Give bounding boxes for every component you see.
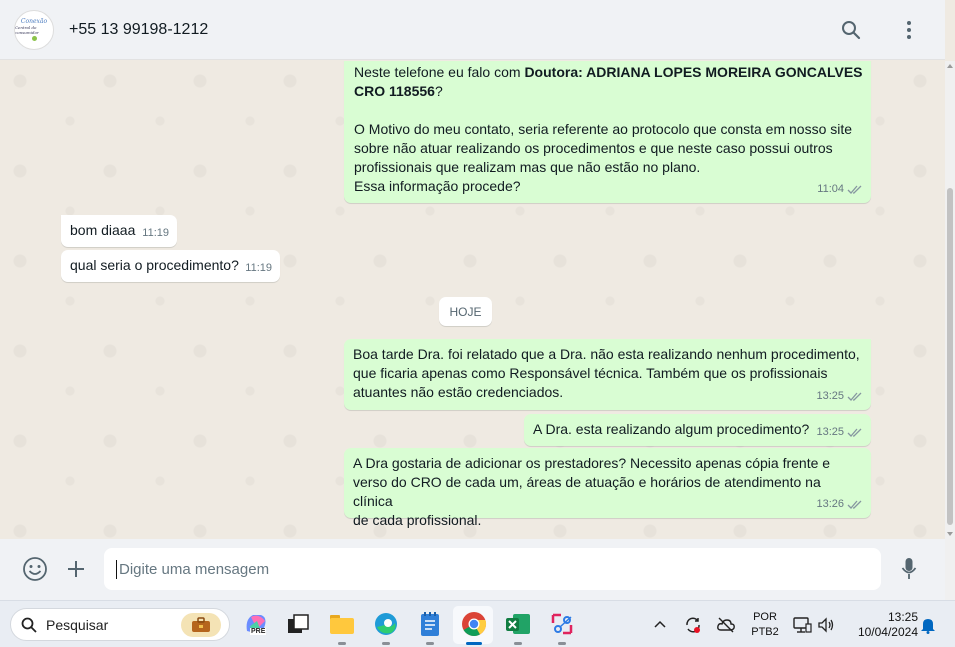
read-ticks-icon xyxy=(847,392,862,401)
message-outgoing[interactable]: A Dra. esta realizando algum procediment… xyxy=(524,414,871,446)
message-time: 11:19 xyxy=(245,262,272,274)
briefcase-icon[interactable] xyxy=(181,613,221,637)
message-line: O Motivo do meu contato, seria referente… xyxy=(354,121,853,137)
volume-icon[interactable] xyxy=(817,616,835,634)
running-indicator xyxy=(514,642,522,645)
scroll-down-icon[interactable] xyxy=(947,532,953,536)
message-time: 13:25 xyxy=(816,390,844,402)
message-line: Neste telefone eu falo com Doutora: ADRI… xyxy=(354,64,863,80)
message-incoming[interactable]: bom diaaa 11:19 xyxy=(61,215,177,247)
message-time: 11:19 xyxy=(142,227,169,239)
message-meta: 13:25 xyxy=(816,423,863,442)
system-clock[interactable]: 13:25 10/04/2024 xyxy=(846,610,918,640)
message-line: CRO 118556? xyxy=(354,83,443,99)
microphone-icon[interactable] xyxy=(896,556,922,582)
message-line: atuantes não estão credenciados. xyxy=(353,384,564,400)
scrollbar-thumb[interactable] xyxy=(947,188,953,525)
menu-icon[interactable] xyxy=(897,18,921,42)
message-line: verso do CRO de cada um, áreas de atuaçã… xyxy=(353,474,821,509)
message-list[interactable]: Neste telefone eu falo com Doutora: ADRI… xyxy=(0,61,945,539)
avatar-subtext: Central do consumidor xyxy=(15,25,39,35)
clock-time: 13:25 xyxy=(887,610,918,624)
avatar-text: Conexão xyxy=(20,18,48,25)
message-line: que ficaria apenas como Responsável técn… xyxy=(353,365,828,381)
notification-bell-icon[interactable] xyxy=(920,616,936,634)
message-text: A Dra. esta realizando algum procediment… xyxy=(533,421,810,437)
running-indicator xyxy=(558,642,566,645)
network-icon[interactable] xyxy=(792,616,812,634)
message-input-placeholder: Digite uma mensagem xyxy=(119,560,270,578)
keyboard-layout: PTB2 xyxy=(751,626,779,638)
avatar-logo-mark xyxy=(31,36,37,41)
running-indicator xyxy=(426,642,434,645)
message-time: 11:04 xyxy=(817,183,844,195)
emoji-icon[interactable] xyxy=(22,556,48,582)
snipping-tool-icon[interactable] xyxy=(547,609,577,645)
sync-icon[interactable] xyxy=(683,615,703,635)
read-ticks-icon xyxy=(847,428,862,437)
chevron-up-icon[interactable] xyxy=(652,617,668,633)
read-ticks-icon xyxy=(847,185,862,194)
message-input[interactable]: Digite uma mensagem xyxy=(104,548,881,590)
message-time: 13:25 xyxy=(816,426,844,438)
chat-header: Conexão Central do consumidor +55 13 991… xyxy=(0,0,945,60)
message-time: 13:26 xyxy=(816,498,844,510)
chat-scrollbar[interactable] xyxy=(945,61,955,539)
copilot-badge: PRE xyxy=(250,628,267,635)
cloud-offline-icon[interactable] xyxy=(716,616,736,634)
contact-avatar[interactable]: Conexão Central do consumidor xyxy=(14,9,54,50)
taskbar-search-placeholder: Pesquisar xyxy=(46,616,109,633)
message-meta: 11:19 xyxy=(142,224,169,243)
attach-plus-icon[interactable] xyxy=(63,556,89,582)
edge-icon[interactable] xyxy=(371,609,401,645)
copilot-icon[interactable]: PRE xyxy=(241,609,271,639)
message-line: profissionais que realizam mas que não e… xyxy=(354,159,701,175)
clock-date: 10/04/2024 xyxy=(857,625,918,639)
notepad-icon[interactable] xyxy=(415,609,445,645)
message-line: sobre não atuar realizando os procedimen… xyxy=(354,140,833,156)
search-icon xyxy=(21,617,37,633)
running-indicator xyxy=(338,642,346,645)
message-line: A Dra gostaria de adicionar os prestador… xyxy=(353,455,831,471)
read-ticks-icon xyxy=(847,500,862,509)
message-line: Essa informação procede? xyxy=(354,178,521,194)
message-meta: 11:04 xyxy=(817,180,863,199)
contact-name[interactable]: +55 13 99198-1212 xyxy=(69,21,208,39)
day-separator: HOJE xyxy=(439,297,492,326)
message-line: de cada profissional. xyxy=(353,512,482,528)
running-indicator xyxy=(382,642,390,645)
message-outgoing[interactable]: Neste telefone eu falo com Doutora: ADRI… xyxy=(344,61,871,203)
windows-taskbar: Pesquisar PRE POR PTB2 13:25 10/04/2024 xyxy=(0,600,955,647)
message-outgoing[interactable]: A Dra gostaria de adicionar os prestador… xyxy=(344,448,871,528)
text-caret xyxy=(116,559,117,579)
message-outgoing[interactable]: Boa tarde Dra. foi relatado que a Dra. n… xyxy=(344,339,871,410)
taskbar-search[interactable]: Pesquisar xyxy=(10,608,230,641)
scroll-up-icon[interactable] xyxy=(947,64,953,68)
file-explorer-icon[interactable] xyxy=(327,609,357,645)
input-language[interactable]: POR PTB2 xyxy=(749,610,781,640)
active-indicator xyxy=(466,642,482,645)
message-line: Boa tarde Dra. foi relatado que a Dra. n… xyxy=(353,346,860,362)
window-edge xyxy=(945,539,955,600)
message-meta: 11:19 xyxy=(245,259,272,278)
composer-bar: Digite uma mensagem xyxy=(0,539,945,600)
message-incoming[interactable]: qual seria o procedimento? 11:19 xyxy=(61,250,280,282)
message-text: bom diaaa xyxy=(70,222,136,238)
language-code: POR xyxy=(753,611,777,623)
message-meta: 13:25 xyxy=(816,387,863,406)
chrome-icon[interactable] xyxy=(459,609,489,645)
message-meta: 13:26 xyxy=(816,495,863,514)
excel-icon[interactable] xyxy=(503,609,533,645)
task-view-icon[interactable] xyxy=(283,609,313,639)
search-icon[interactable] xyxy=(839,18,863,42)
message-text: qual seria o procedimento? xyxy=(70,257,239,273)
